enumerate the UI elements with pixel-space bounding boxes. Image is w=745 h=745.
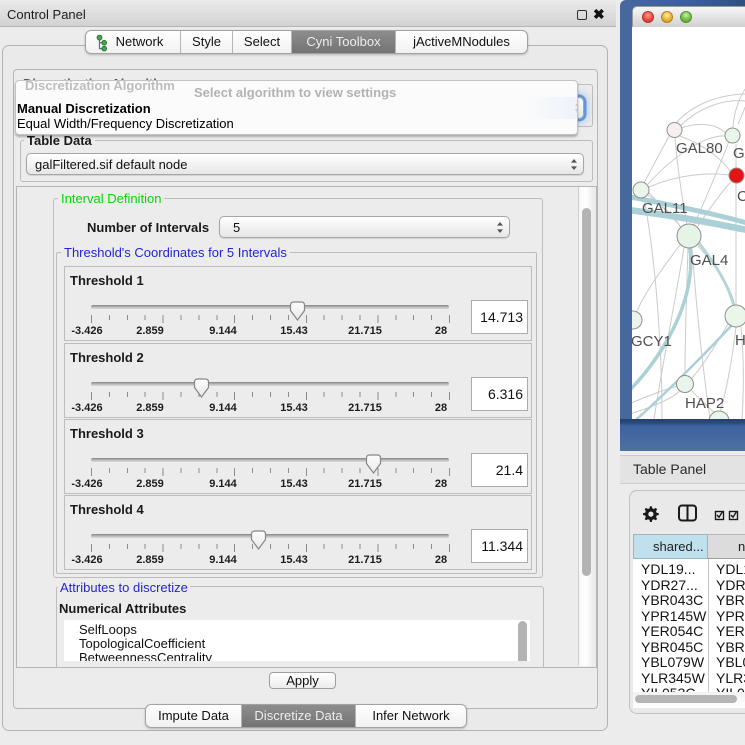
svg-text:GCY1: GCY1 (632, 333, 672, 350)
svg-text:H: H (735, 332, 745, 349)
svg-text:GA: GA (733, 145, 745, 162)
svg-text:GAL4: GAL4 (690, 252, 728, 269)
svg-text:GAL80: GAL80 (676, 140, 723, 157)
svg-text:GAL11: GAL11 (642, 200, 688, 217)
svg-text:C: C (737, 188, 745, 205)
svg-text:HAP2: HAP2 (685, 395, 724, 412)
